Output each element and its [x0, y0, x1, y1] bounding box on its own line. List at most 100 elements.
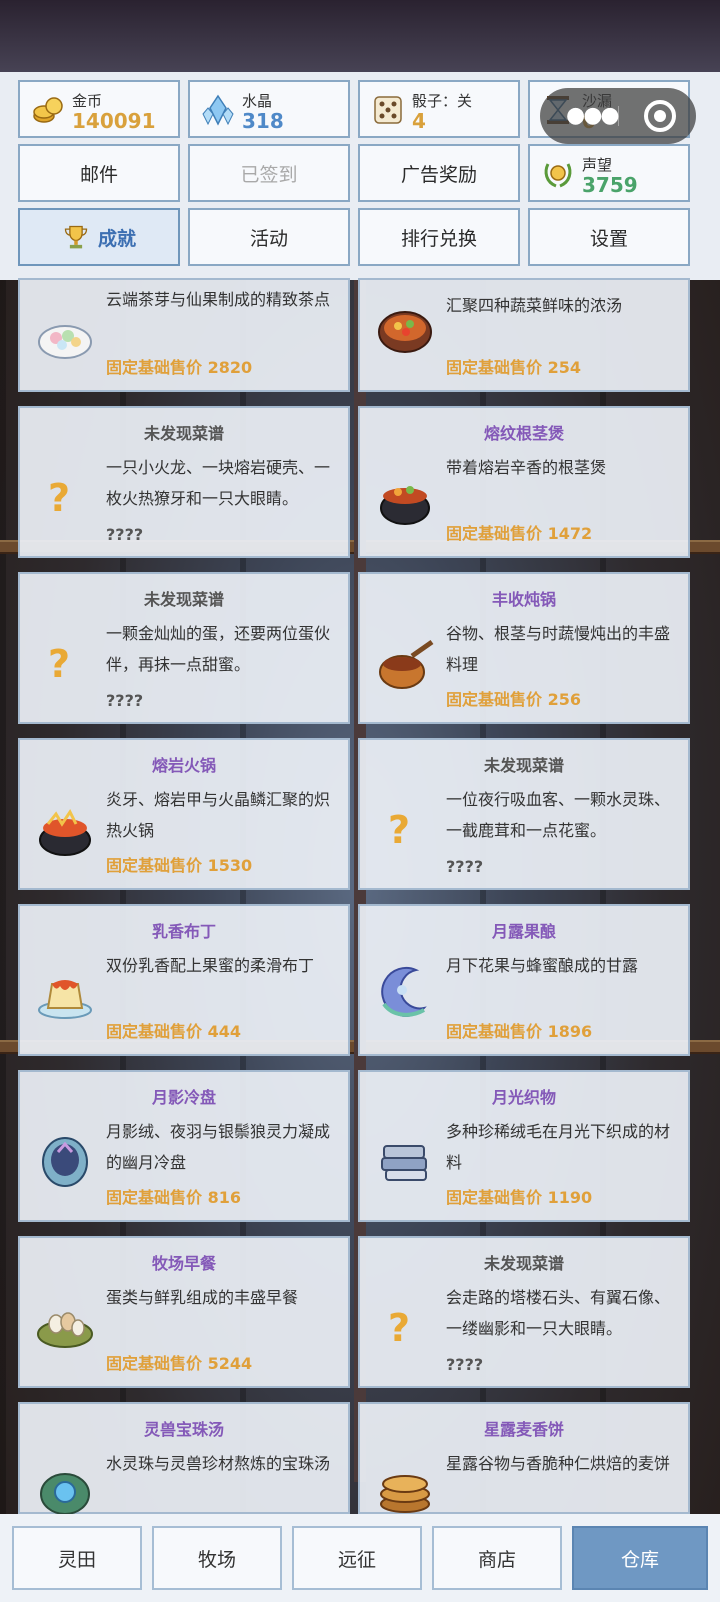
egg-basket-icon	[37, 1312, 93, 1348]
recipe-title: 牧场早餐	[151, 1254, 216, 1273]
bottom-navigation: 灵田 牧场 远征 商店 仓库	[0, 1514, 720, 1602]
recipe-price: 固定基础售价 444	[106, 1022, 241, 1041]
recipe-description: 多种珍稀绒毛在月光下织成的材料	[446, 1122, 671, 1172]
recipe-price-unknown: ????	[106, 525, 144, 544]
gold-coins-icon	[33, 97, 63, 123]
resource-label: 水晶	[242, 92, 273, 110]
resource-reputation: 声望 3759	[528, 144, 690, 202]
resource-value: 3759	[582, 173, 638, 197]
lava-hotpot-icon	[39, 809, 91, 856]
laurel-badge-icon	[544, 163, 572, 188]
tab-settings[interactable]: 设置	[528, 208, 690, 266]
recipe-card[interactable]: 汇聚四种蔬菜鲜味的浓汤 固定基础售价 254	[358, 278, 690, 392]
moon-nectar-icon	[381, 966, 427, 1017]
nav-shop[interactable]: 商店	[432, 1526, 562, 1590]
recipe-price: 固定基础售价 816	[106, 1188, 241, 1207]
recipe-card[interactable]: 月露果酿 月下花果与蜂蜜酿成的甘露 固定基础售价 1896	[358, 904, 690, 1056]
recipe-description: 带着熔岩辛香的根茎煲	[446, 458, 607, 477]
recipe-price: 固定基础售价 1190	[446, 1188, 593, 1207]
recipe-card[interactable]: 月光织物 多种珍稀绒毛在月光下织成的材料 固定基础售价 1190	[358, 1070, 690, 1222]
resource-value: 4	[412, 109, 426, 133]
mail-button[interactable]: 邮件	[18, 144, 180, 202]
recipe-title: 丰收炖锅	[491, 590, 556, 609]
recipe-description: 月下花果与蜂蜜酿成的甘露	[446, 956, 639, 975]
recipe-title: 未发现菜谱	[143, 590, 224, 609]
recipe-price: 固定基础售价 1530	[106, 856, 253, 875]
recipe-card[interactable]: 灵兽宝珠汤 水灵珠与灵兽珍材熬炼的宝珠汤	[18, 1402, 350, 1515]
nav-ranch[interactable]: 牧场	[152, 1526, 282, 1590]
recipe-price: 固定基础售价 254	[446, 358, 581, 377]
recipe-card[interactable]: 熔岩火锅 炎牙、熔岩甲与火晶鳞汇聚的炽热火锅 固定基础售价 1530	[18, 738, 350, 890]
resource-gold: 金币 140091	[18, 80, 180, 138]
recipe-title: 熔纹根茎煲	[483, 424, 564, 443]
tab-achievements[interactable]: 成就	[18, 208, 180, 266]
recipe-title: 未发现菜谱	[143, 424, 224, 443]
recipe-price-unknown: ????	[106, 691, 144, 710]
recipe-description: 双份乳香配上果蜜的柔滑布丁	[106, 956, 315, 975]
copper-saucepan-icon	[379, 639, 434, 689]
recipe-description: 谷物、根茎与时蔬慢炖出的丰盛料理	[446, 624, 671, 674]
recipe-description: 星露谷物与香脆种仁烘焙的麦饼	[446, 1454, 671, 1473]
crystal-icon	[202, 94, 234, 126]
nav-expedition[interactable]: 远征	[292, 1526, 422, 1590]
resource-crystal: 水晶 318	[188, 80, 350, 138]
nav-spirit-field[interactable]: 灵田	[12, 1526, 142, 1590]
recipe-price: 固定基础售价 1896	[446, 1022, 593, 1041]
recipe-card[interactable]: 星露麦香饼 星露谷物与香脆种仁烘焙的麦饼	[358, 1402, 690, 1514]
recipe-card[interactable]: 云端茶芽与仙果制成的精致茶点 固定基础售价 2820	[18, 278, 350, 392]
recipe-description: 一只小火龙、一块熔岩硬壳、一枚火热獠牙和一只大眼睛。	[106, 458, 331, 508]
recipe-card-undiscovered[interactable]: 未发现菜谱 ? 会走路的塔楼石头、有翼石像、一缕幽影和一只大眼睛。 ????	[358, 1236, 690, 1388]
sign-in-button[interactable]: 已签到	[188, 144, 350, 202]
recipe-card[interactable]: 丰收炖锅 谷物、根茎与时蔬慢炖出的丰盛料理 固定基础售价 256	[358, 572, 690, 724]
recipe-description: 炎牙、熔岩甲与火晶鳞汇聚的炽热火锅	[106, 790, 331, 840]
recipe-description: 一颗金灿灿的蛋，还要两位蛋伙伴，再抹一点甜蜜。	[106, 624, 331, 674]
question-mark-icon: ?	[388, 808, 411, 852]
recipe-title: 月影冷盘	[151, 1088, 216, 1107]
tab-rank-exchange[interactable]: 排行兑换	[358, 208, 520, 266]
root-stew-pot-icon	[380, 486, 430, 525]
resource-label: 声望	[582, 156, 613, 174]
pudding-icon	[38, 980, 92, 1019]
recipe-card[interactable]: 乳香布丁 双份乳香配上果蜜的柔滑布丁 固定基础售价 444	[18, 904, 350, 1056]
recipe-price: 固定基础售价 256	[446, 690, 581, 709]
recipe-description: 月影绒、夜羽与银鬃狼灵力凝成的幽月冷盘	[106, 1122, 331, 1172]
recipe-title: 灵兽宝珠汤	[143, 1420, 224, 1439]
recipe-card-undiscovered[interactable]: 未发现菜谱 ? 一颗金灿灿的蛋，还要两位蛋伙伴，再抹一点甜蜜。 ????	[18, 572, 350, 724]
recipe-title: 乳香布丁	[151, 922, 216, 941]
trophy-icon	[64, 225, 88, 249]
recipe-price: 固定基础售价 2820	[106, 358, 253, 377]
recipe-price-unknown: ????	[446, 1355, 484, 1374]
question-mark-icon: ?	[388, 1306, 411, 1350]
capsule-divider	[618, 106, 619, 126]
moonlight-fabric-icon	[381, 1145, 427, 1181]
recipe-title: 星露麦香饼	[483, 1420, 564, 1439]
tab-activities[interactable]: 活动	[188, 208, 350, 266]
resource-label: 骰子：关	[412, 92, 473, 110]
recipe-card[interactable]: 牧场早餐 蛋类与鲜乳组成的丰盛早餐 固定基础售价 5244	[18, 1236, 350, 1388]
recipe-price-unknown: ????	[446, 857, 484, 876]
resource-label: 金币	[72, 92, 103, 110]
recipe-price: 固定基础售价 5244	[106, 1354, 253, 1373]
recipe-price: 固定基础售价 1472	[446, 524, 593, 543]
recipe-card-undiscovered[interactable]: 未发现菜谱 ? 一位夜行吸血客、一颗水灵珠、一截鹿茸和一点花蜜。 ????	[358, 738, 690, 890]
recipe-description: 一位夜行吸血客、一颗水灵珠、一截鹿茸和一点花蜜。	[446, 790, 671, 840]
recipe-card-undiscovered[interactable]: 未发现菜谱 ? 一只小火龙、一块熔岩硬壳、一枚火热獠牙和一只大眼睛。 ????	[18, 406, 350, 558]
close-target-icon[interactable]	[644, 100, 676, 132]
resource-dice[interactable]: 骰子：关 4	[358, 80, 520, 138]
question-mark-icon: ?	[48, 476, 71, 520]
question-mark-icon: ?	[48, 642, 71, 686]
recipe-title: 熔岩火锅	[151, 756, 216, 775]
recipe-description: 会走路的塔楼石头、有翼石像、一缕幽影和一只大眼睛。	[446, 1288, 671, 1338]
recipe-card[interactable]: 月影冷盘 月影绒、夜羽与银鬃狼灵力凝成的幽月冷盘 固定基础售价 816	[18, 1070, 350, 1222]
recipe-card[interactable]: 熔纹根茎煲 带着熔岩辛香的根茎煲 固定基础售价 1472	[358, 406, 690, 558]
dice-icon	[374, 96, 402, 124]
tea-dessert-plate-icon	[38, 325, 92, 359]
more-menu-icon[interactable]: ●●●	[566, 105, 620, 127]
recipe-description: 蛋类与鲜乳组成的丰盛早餐	[106, 1288, 299, 1307]
recipe-description: 云端茶芽与仙果制成的精致茶点	[106, 290, 331, 309]
nav-warehouse[interactable]: 仓库	[572, 1526, 708, 1590]
vegetable-soup-icon	[378, 311, 432, 353]
recipe-title: 未发现菜谱	[483, 1254, 564, 1273]
ad-reward-button[interactable]: 广告奖励	[358, 144, 520, 202]
tab-achievements-label: 成就	[97, 227, 136, 250]
